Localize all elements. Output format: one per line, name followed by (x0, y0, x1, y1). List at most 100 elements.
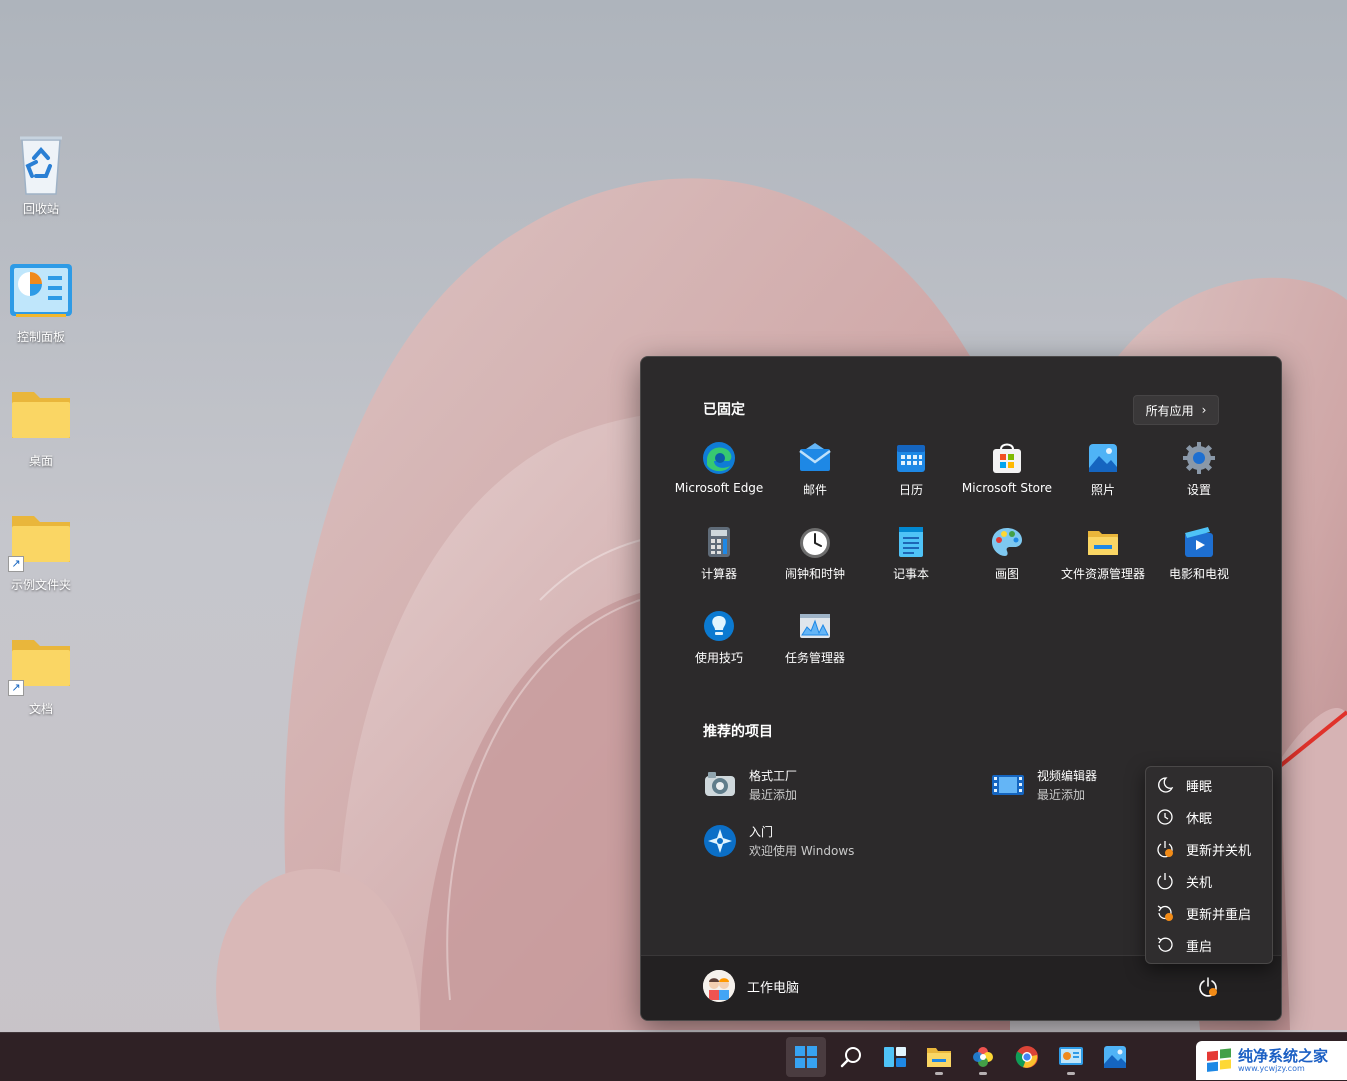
pinned-app-tips[interactable]: 使用技巧 (671, 609, 767, 666)
taskbar-photos-button[interactable] (1095, 1037, 1135, 1077)
calendar-icon (894, 441, 928, 475)
pinned-app-paint[interactable]: 画图 (959, 525, 1055, 582)
update-restart-icon (1157, 905, 1173, 921)
desktop-icon-recycle-bin[interactable]: 回收站 (1, 132, 81, 217)
clock-icon (798, 525, 832, 559)
pinned-app-calendar[interactable]: 日历 (863, 441, 959, 498)
power-menu-label: 更新并重启 (1186, 907, 1252, 923)
desktop-icon-documents[interactable]: ↗ 文档 (1, 632, 81, 717)
recommended-item-get-started[interactable]: 入门 欢迎使用 Windows (703, 823, 854, 859)
running-indicator (1067, 1072, 1075, 1075)
power-icon (1157, 873, 1173, 890)
folder-icon (6, 384, 76, 450)
tips-icon (702, 609, 736, 643)
power-menu: 睡眠 休眠 更新并关机 关机 更新并重启 重启 (1145, 766, 1273, 964)
get-started-icon (703, 824, 737, 858)
all-apps-label: 所有应用 (1145, 403, 1194, 418)
power-menu-restart[interactable]: 重启 (1156, 929, 1268, 961)
photos-icon (1086, 441, 1120, 475)
file-explorer-icon (927, 1048, 951, 1067)
app-label: 使用技巧 (694, 651, 743, 665)
folder-icon: ↗ (6, 508, 76, 574)
task-manager-icon (798, 609, 832, 643)
recycle-bin-icon (6, 132, 76, 198)
desktop-icon-label: 桌面 (28, 454, 53, 468)
widgets-icon (884, 1047, 906, 1067)
settings-icon (1182, 441, 1216, 475)
file-explorer-icon (1086, 525, 1120, 559)
format-factory-icon (703, 768, 737, 802)
control-panel-icon (1059, 1047, 1083, 1065)
pinned-app-mail[interactable]: 邮件 (767, 441, 863, 498)
taskbar-widgets-button[interactable] (875, 1037, 915, 1077)
mail-icon (798, 441, 832, 475)
recommended-subtitle: 最近添加 (749, 788, 798, 802)
power-menu-shutdown[interactable]: 关机 (1156, 865, 1268, 897)
app-label: 任务管理器 (784, 651, 845, 665)
power-button[interactable] (1197, 976, 1219, 998)
taskbar-chrome-button[interactable] (1007, 1037, 1047, 1077)
paint-icon (990, 525, 1024, 559)
watermark-url: www.ycwjzy.com (1238, 1064, 1305, 1073)
start-menu-footer: 工作电脑 (641, 955, 1281, 1020)
edge-icon (702, 441, 736, 475)
user-account-button[interactable]: 工作电脑 (703, 970, 799, 1002)
recommended-item-video-editor[interactable]: 视频编辑器 最近添加 (991, 767, 1097, 803)
power-menu-sleep[interactable]: 睡眠 (1156, 769, 1268, 801)
restart-icon (1157, 937, 1173, 952)
pinned-app-settings[interactable]: 设置 (1151, 441, 1247, 498)
power-menu-update-shutdown[interactable]: 更新并关机 (1156, 833, 1268, 865)
app-label: 设置 (1186, 483, 1211, 497)
app-label: 文件资源管理器 (1060, 567, 1145, 581)
all-apps-button[interactable]: 所有应用 › (1133, 395, 1219, 425)
recommended-name: 视频编辑器 (1037, 769, 1098, 783)
photos-icon (1104, 1046, 1126, 1068)
power-menu-hibernate[interactable]: 休眠 (1156, 801, 1268, 833)
control-panel-icon (6, 260, 76, 326)
calculator-icon (702, 525, 736, 559)
power-menu-label: 休眠 (1186, 811, 1213, 827)
app-label: 闹钟和时钟 (784, 567, 845, 581)
recommended-name: 入门 (749, 825, 774, 839)
desktop-icon-label: 回收站 (22, 202, 59, 216)
app-label: Microsoft Store (961, 481, 1053, 495)
watermark-title: 纯净系统之家 (1238, 1047, 1329, 1065)
notepad-icon (894, 525, 928, 559)
chrome-icon (1015, 1046, 1038, 1068)
app-label: 计算器 (700, 567, 737, 581)
pinned-app-task-manager[interactable]: 任务管理器 (767, 609, 863, 666)
app-label: 照片 (1090, 483, 1115, 497)
desktop-icon-desktop-folder[interactable]: 桌面 (1, 384, 81, 469)
pinned-app-clock[interactable]: 闹钟和时钟 (767, 525, 863, 582)
pinned-app-notepad[interactable]: 记事本 (863, 525, 959, 582)
sleep-icon (1158, 777, 1174, 793)
pinned-app-photos[interactable]: 照片 (1055, 441, 1151, 498)
search-icon (840, 1047, 861, 1068)
movies-tv-icon (1182, 525, 1216, 559)
shortcut-arrow-icon: ↗ (8, 556, 24, 572)
recommended-item-format-factory[interactable]: 格式工厂 最近添加 (703, 767, 797, 803)
recommended-subtitle: 欢迎使用 Windows (749, 844, 855, 858)
recommended-title: 推荐的项目 (703, 724, 773, 740)
pinned-app-store[interactable]: Microsoft Store (959, 441, 1055, 495)
app-label: 邮件 (802, 483, 827, 497)
power-menu-label: 睡眠 (1186, 779, 1213, 795)
pinned-app-edge[interactable]: Microsoft Edge (671, 441, 767, 495)
taskbar-start-button[interactable] (786, 1037, 826, 1077)
app-label: 日历 (898, 483, 923, 497)
desktop-icon-control-panel[interactable]: 控制面板 (1, 260, 81, 345)
pinned-app-movies-tv[interactable]: 电影和电视 (1151, 525, 1247, 582)
desktop-icon-sample-folder[interactable]: ↗ 示例文件夹 (1, 508, 81, 593)
power-menu-update-restart[interactable]: 更新并重启 (1156, 897, 1268, 929)
taskbar-file-explorer-button[interactable] (919, 1037, 959, 1077)
pinned-app-file-explorer[interactable]: 文件资源管理器 (1055, 525, 1151, 582)
avatar (703, 970, 735, 1002)
taskbar-control-panel-button[interactable] (1051, 1037, 1091, 1077)
hibernate-icon (1157, 809, 1173, 825)
watermark-logo-icon (1207, 1047, 1231, 1072)
pinned-app-calculator[interactable]: 计算器 (671, 525, 767, 582)
taskbar-search-button[interactable] (831, 1037, 871, 1077)
shortcut-arrow-icon: ↗ (8, 680, 24, 696)
taskbar-photos-app-button[interactable] (963, 1037, 1003, 1077)
watermark: 纯净系统之家 www.ycwjzy.com (1196, 1041, 1347, 1080)
